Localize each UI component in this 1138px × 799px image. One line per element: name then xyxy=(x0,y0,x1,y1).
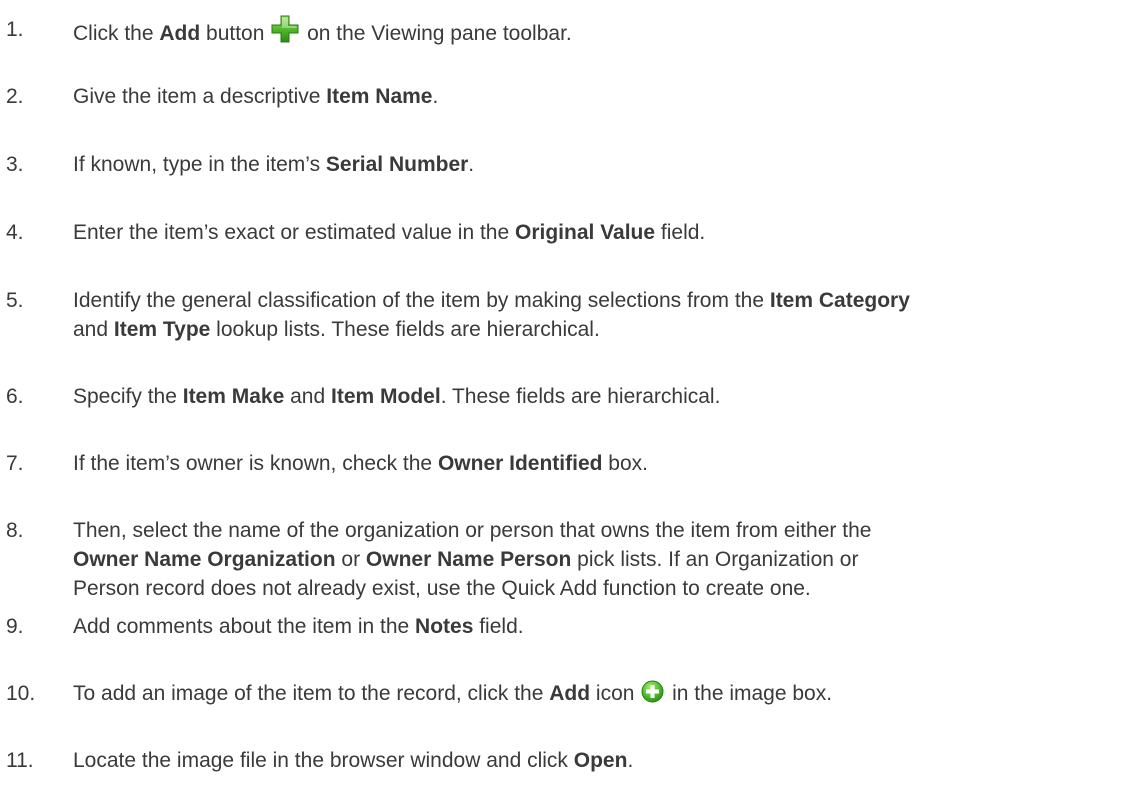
step-text: Add comments about the item in the Notes… xyxy=(73,612,1135,641)
text-segment: or xyxy=(335,548,366,571)
text-segment: . xyxy=(432,85,439,108)
step-number: 10. xyxy=(6,682,36,705)
step-number: 4. xyxy=(6,221,24,244)
step-text-line: Specify the Item Make and Item Model. Th… xyxy=(73,382,1135,411)
step-number: 7. xyxy=(6,452,24,475)
text-segment: . These fields are hierarchical. xyxy=(440,385,721,408)
text-segment: Specify the xyxy=(73,385,183,408)
text-segment: Identify the general classification of t… xyxy=(73,289,770,312)
step-number: 11. xyxy=(6,749,34,772)
step-number: 8. xyxy=(6,519,24,542)
ui-term: Item Category xyxy=(769,289,910,312)
ui-term: Open xyxy=(573,749,628,772)
text-segment: field. xyxy=(473,615,524,638)
ui-term: Notes xyxy=(415,615,474,638)
step-text-line: and Item Type lookup lists. These fields… xyxy=(73,315,1135,344)
text-segment: Click the xyxy=(73,22,160,45)
text-segment: pick lists. If an Organization or xyxy=(571,548,859,571)
step-text: To add an image of the item to the recor… xyxy=(73,679,1135,708)
step-text: Identify the general classification of t… xyxy=(73,286,1135,344)
text-segment: If known, type in the item’s xyxy=(73,153,326,176)
text-segment: on the Viewing pane toolbar. xyxy=(301,22,572,45)
step-text-line: If known, type in the item’s Serial Numb… xyxy=(73,150,1135,179)
ui-term: Owner Identified xyxy=(437,452,603,475)
step-text-line: Add comments about the item in the Notes… xyxy=(73,612,1135,641)
step-text-line: Person record does not already exist, us… xyxy=(73,574,1135,603)
step-number: 3. xyxy=(6,153,24,176)
step-text-line: To add an image of the item to the recor… xyxy=(73,679,1135,708)
ui-term: Serial Number xyxy=(325,153,469,176)
ui-term: Add xyxy=(549,682,591,705)
step-number: 2. xyxy=(6,85,24,108)
step-text-line: Then, select the name of the organizatio… xyxy=(73,516,1135,545)
text-segment: . xyxy=(468,153,475,176)
text-segment: button xyxy=(200,22,271,45)
text-segment: . xyxy=(627,749,634,772)
green-plus-icon xyxy=(271,15,299,43)
text-segment: and xyxy=(73,318,114,341)
step-text: Enter the item’s exact or estimated valu… xyxy=(73,218,1135,247)
text-segment: field. xyxy=(655,221,706,244)
step-number: 5. xyxy=(6,289,24,312)
text-segment: If the item’s owner is known, check the xyxy=(73,452,438,475)
step-text: Specify the Item Make and Item Model. Th… xyxy=(73,382,1135,411)
text-segment: Then, select the name of the organizatio… xyxy=(73,519,872,542)
step-number: 6. xyxy=(6,385,24,408)
ui-term: Item Name xyxy=(326,85,433,108)
text-segment: box. xyxy=(602,452,648,475)
step-text: Then, select the name of the organizatio… xyxy=(73,516,1135,603)
ui-term: Original Value xyxy=(515,221,656,244)
ui-term: Owner Name Person xyxy=(365,548,572,571)
step-number: 1. xyxy=(6,18,24,41)
ui-term: Item Make xyxy=(182,385,285,408)
text-segment: Locate the image file in the browser win… xyxy=(73,749,574,772)
instruction-list: 1. Click the Add button on the Viewing pa… xyxy=(0,0,1138,799)
step-text-line: Give the item a descriptive Item Name. xyxy=(73,82,1135,111)
text-segment: and xyxy=(284,385,331,408)
text-segment: icon xyxy=(590,682,641,705)
text-segment: To add an image of the item to the recor… xyxy=(73,682,550,705)
step-text: Click the Add button on the Viewing pane… xyxy=(73,15,1135,48)
step-text-line: If the item’s owner is known, check the … xyxy=(73,449,1135,478)
text-segment: Enter the item’s exact or estimated valu… xyxy=(73,221,516,244)
step-text: Locate the image file in the browser win… xyxy=(73,746,1135,775)
ui-term: Owner Name Organization xyxy=(73,548,336,571)
step-text-line: Owner Name Organization or Owner Name Pe… xyxy=(73,545,1135,574)
ui-term: Item Model xyxy=(331,385,441,408)
step-text-line: Identify the general classification of t… xyxy=(73,286,1135,315)
green-circle-plus-icon xyxy=(641,680,664,703)
step-text: If known, type in the item’s Serial Numb… xyxy=(73,150,1135,179)
text-segment: Add comments about the item in the xyxy=(73,615,416,638)
step-number: 9. xyxy=(6,615,24,638)
text-segment: Person record does not already exist, us… xyxy=(73,577,811,600)
step-text: If the item’s owner is known, check the … xyxy=(73,449,1135,478)
step-text-line: Locate the image file in the browser win… xyxy=(73,746,1135,775)
ui-term: Add xyxy=(159,22,201,45)
ui-term: Item Type xyxy=(113,318,211,341)
step-text-line: Enter the item’s exact or estimated valu… xyxy=(73,218,1135,247)
step-text: Give the item a descriptive Item Name. xyxy=(73,82,1135,111)
text-segment: Give the item a descriptive xyxy=(73,85,327,108)
step-text-line: Click the Add button on the Viewing pane… xyxy=(73,15,1135,48)
text-segment: lookup lists. These fields are hierarchi… xyxy=(210,318,600,341)
text-segment: in the image box. xyxy=(666,682,833,705)
